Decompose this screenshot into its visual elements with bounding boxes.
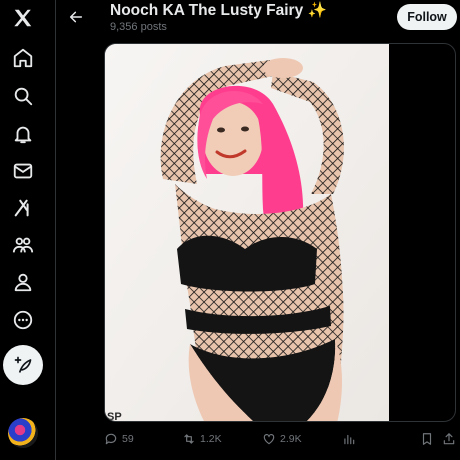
back-button[interactable] bbox=[66, 7, 86, 27]
post-photo: SP bbox=[105, 44, 389, 422]
feather-plus-icon bbox=[14, 356, 32, 373]
photo-watermark: SP bbox=[107, 411, 122, 422]
repost-button[interactable]: 1.2K bbox=[182, 428, 222, 450]
post-media[interactable]: SP bbox=[104, 43, 456, 422]
messages-icon[interactable] bbox=[5, 153, 41, 189]
photo-illustration bbox=[105, 44, 389, 421]
share-icon bbox=[443, 433, 455, 445]
bookmark-button[interactable] bbox=[420, 428, 434, 450]
home-icon[interactable] bbox=[5, 40, 41, 76]
nav-rail bbox=[0, 0, 48, 460]
account-avatar[interactable] bbox=[8, 418, 38, 448]
views-button[interactable] bbox=[342, 428, 356, 450]
post-actions: 59 1.2K 2.9K bbox=[104, 428, 458, 450]
follow-button[interactable]: Follow bbox=[397, 4, 457, 30]
explore-icon[interactable] bbox=[5, 78, 41, 114]
bookmark-icon bbox=[422, 433, 432, 445]
profile-icon[interactable] bbox=[5, 264, 41, 300]
column-divider bbox=[55, 0, 56, 460]
profile-title: Nooch KA The Lusty Fairy ✨ bbox=[110, 2, 327, 19]
more-icon[interactable] bbox=[5, 302, 41, 338]
reply-count: 59 bbox=[122, 433, 134, 445]
post-button[interactable] bbox=[3, 345, 43, 385]
x-logo-icon[interactable] bbox=[5, 0, 41, 36]
notifications-icon[interactable] bbox=[5, 116, 41, 152]
like-button[interactable]: 2.9K bbox=[262, 428, 302, 450]
grok-icon[interactable] bbox=[5, 190, 41, 226]
like-count: 2.9K bbox=[280, 433, 302, 445]
share-button[interactable] bbox=[442, 428, 456, 450]
reply-button[interactable]: 59 bbox=[104, 428, 134, 450]
views-chart-icon bbox=[344, 434, 355, 445]
reply-icon bbox=[105, 433, 117, 445]
repost-count: 1.2K bbox=[200, 433, 222, 445]
post-count: 9,356 posts bbox=[110, 21, 167, 33]
communities-icon[interactable] bbox=[5, 227, 41, 263]
arrow-left-icon bbox=[69, 11, 83, 23]
repost-icon bbox=[184, 434, 194, 444]
heart-icon bbox=[263, 434, 275, 445]
